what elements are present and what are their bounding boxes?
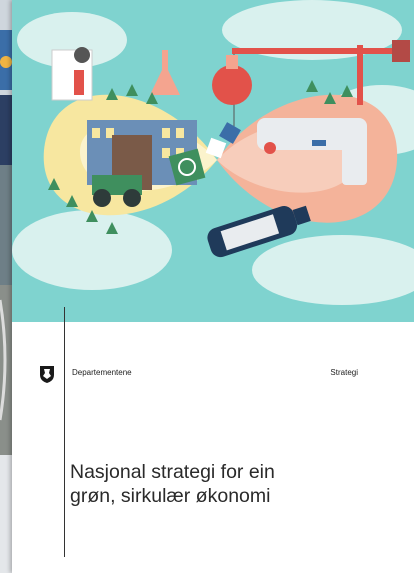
publisher-label: Departementene <box>72 368 132 377</box>
vertical-rule <box>64 307 65 557</box>
cover-illustration <box>12 0 414 322</box>
coat-of-arms-icon <box>38 364 56 384</box>
title-line-2: grøn, sirkulær økonomi <box>70 485 271 507</box>
document-type-label: Strategi <box>330 368 358 377</box>
document-title: Nasjonal strategi for ein grøn, sirkulær… <box>70 460 390 508</box>
title-line-1: Nasjonal strategi for ein <box>70 461 275 483</box>
document-cover: Departementene Strategi Nasjonal strateg… <box>12 0 414 573</box>
